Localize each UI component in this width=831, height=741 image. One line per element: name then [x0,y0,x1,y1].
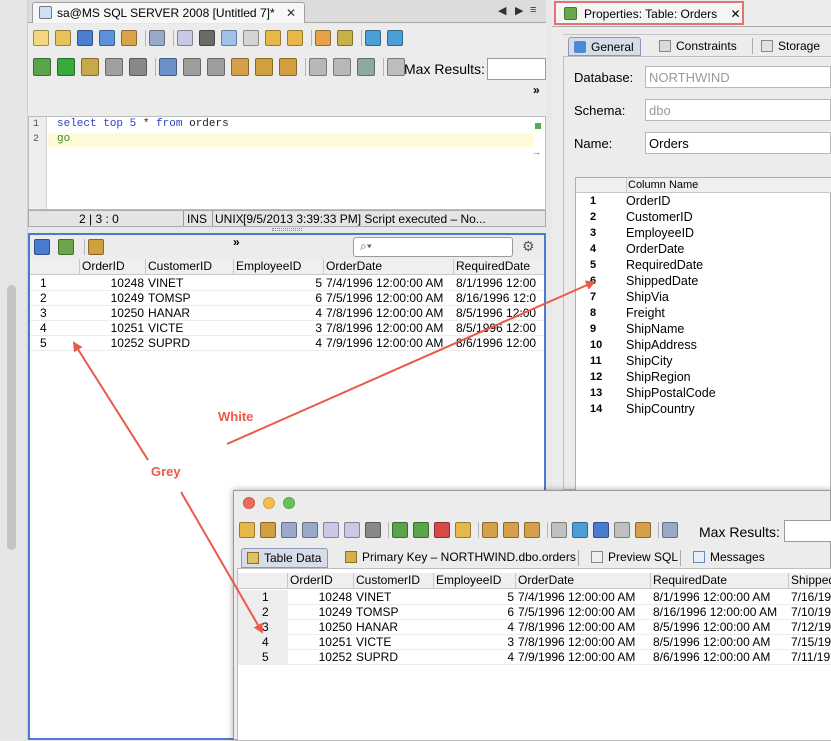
grey-annotation: Grey [151,464,181,479]
grey-arrow-up [72,341,149,461]
annotation-layer [72,280,596,634]
grey-arrow-down [180,491,264,634]
white-annotation: White [218,409,254,424]
white-arrow [226,280,596,445]
